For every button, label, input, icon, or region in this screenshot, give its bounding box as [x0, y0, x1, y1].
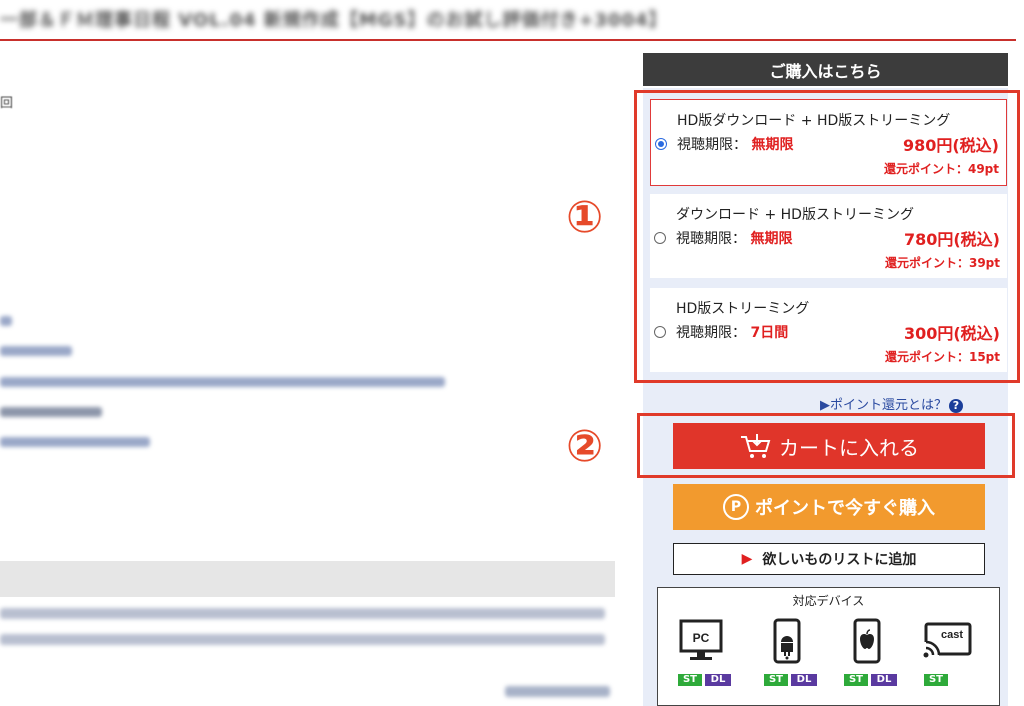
cart-icon: [741, 434, 771, 458]
read-more-link[interactable]: [505, 686, 610, 697]
badge-download: DL: [791, 674, 817, 686]
page-title: 一部＆ＦＭ理事日程 VOL.04 新規作成【MGS】のお試し評価付き+3004】: [0, 10, 668, 31]
triangle-right-icon: ▶: [741, 551, 753, 567]
info-line: [0, 407, 102, 417]
wishlist-label: 欲しいものリストに追加: [762, 552, 917, 568]
android-phone-icon: [773, 618, 801, 664]
devices-title: 対応デバイス: [792, 594, 865, 608]
buy-with-points-label: ポイントで今すぐ購入: [755, 498, 935, 519]
pc-device: PC ST DL: [678, 618, 738, 686]
android-device: ST DL: [764, 618, 824, 686]
description-line: [0, 608, 605, 619]
badge-streaming: ST: [678, 674, 702, 686]
annotation-number-one: ①: [566, 192, 604, 243]
supported-devices-box: 対応デバイス PC ST DL ST DL ST DL cast ST: [657, 587, 1000, 706]
help-icon: ?: [949, 398, 963, 413]
add-to-cart-button[interactable]: カートに入れる: [673, 423, 985, 469]
pc-monitor-icon: PC: [679, 619, 723, 660]
badge-download: DL: [871, 674, 897, 686]
cast-device: cast ST: [922, 618, 982, 686]
cast-icon: cast: [923, 622, 972, 658]
info-line: [0, 346, 72, 356]
info-line[interactable]: [0, 437, 150, 447]
info-line: [0, 316, 12, 326]
description-line: [0, 634, 605, 645]
add-to-cart-label: カートに入れる: [779, 435, 919, 460]
annotation-box-options: [634, 90, 1020, 383]
annotation-number-two: ②: [566, 421, 604, 472]
ios-device: ST DL: [844, 618, 904, 686]
pc-label: PC: [693, 631, 710, 645]
badge-streaming: ST: [924, 674, 948, 686]
apple-phone-icon: [853, 618, 881, 664]
badge-streaming: ST: [844, 674, 868, 686]
section-header-bar: [0, 561, 615, 597]
buy-with-points-button[interactable]: P ポイントで今すぐ購入: [673, 484, 985, 530]
point-p-icon: P: [723, 494, 749, 520]
badge-download: DL: [705, 674, 731, 686]
cast-label: cast: [941, 629, 963, 641]
point-info-link[interactable]: ▶ポイント還元とは？?: [820, 394, 963, 413]
info-line[interactable]: [0, 377, 445, 387]
purchase-header: ご購入はこちら: [643, 53, 1008, 86]
play-count-suffix: 回: [0, 96, 14, 111]
badge-streaming: ST: [764, 674, 788, 686]
title-divider: [0, 39, 1016, 41]
add-to-wishlist-button[interactable]: ▶ 欲しいものリストに追加: [673, 543, 985, 575]
